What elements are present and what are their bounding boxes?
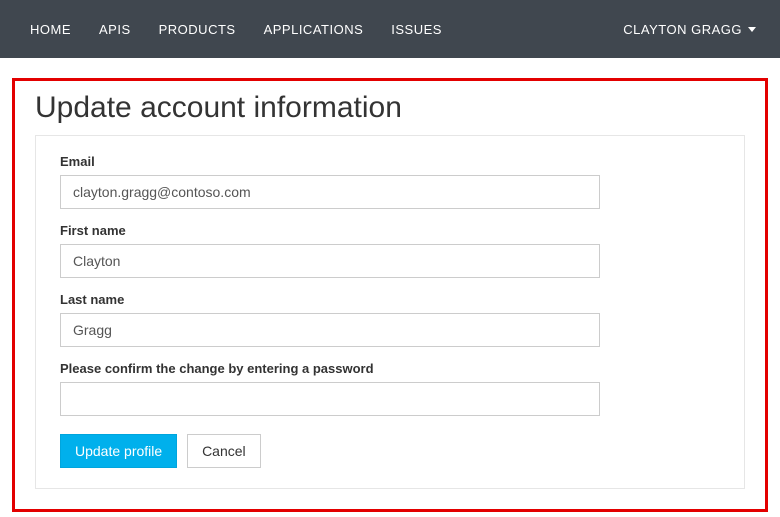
nav-left: HOME APIS PRODUCTS APPLICATIONS ISSUES xyxy=(16,2,456,57)
email-label: Email xyxy=(60,154,720,169)
nav-issues[interactable]: ISSUES xyxy=(377,2,456,57)
form-panel: Email First name Last name Please confir… xyxy=(35,135,745,489)
page-title: Update account information xyxy=(35,91,745,125)
user-menu[interactable]: CLAYTON GRAGG xyxy=(615,2,764,57)
first-name-field[interactable] xyxy=(60,244,600,278)
nav-home[interactable]: HOME xyxy=(16,2,85,57)
nav-applications[interactable]: APPLICATIONS xyxy=(250,2,378,57)
form-group-email: Email xyxy=(60,154,720,209)
last-name-label: Last name xyxy=(60,292,720,307)
button-row: Update profile Cancel xyxy=(60,434,720,468)
user-menu-label: CLAYTON GRAGG xyxy=(623,22,742,37)
last-name-field[interactable] xyxy=(60,313,600,347)
form-group-password: Please confirm the change by entering a … xyxy=(60,361,720,416)
password-field[interactable] xyxy=(60,382,600,416)
first-name-label: First name xyxy=(60,223,720,238)
form-group-last-name: Last name xyxy=(60,292,720,347)
nav-apis[interactable]: APIS xyxy=(85,2,145,57)
email-field[interactable] xyxy=(60,175,600,209)
cancel-button[interactable]: Cancel xyxy=(187,434,261,468)
caret-down-icon xyxy=(748,27,756,32)
password-label: Please confirm the change by entering a … xyxy=(60,361,720,376)
form-group-first-name: First name xyxy=(60,223,720,278)
navbar: HOME APIS PRODUCTS APPLICATIONS ISSUES C… xyxy=(0,0,780,58)
update-profile-button[interactable]: Update profile xyxy=(60,434,177,468)
content-highlight: Update account information Email First n… xyxy=(12,78,768,512)
nav-products[interactable]: PRODUCTS xyxy=(145,2,250,57)
